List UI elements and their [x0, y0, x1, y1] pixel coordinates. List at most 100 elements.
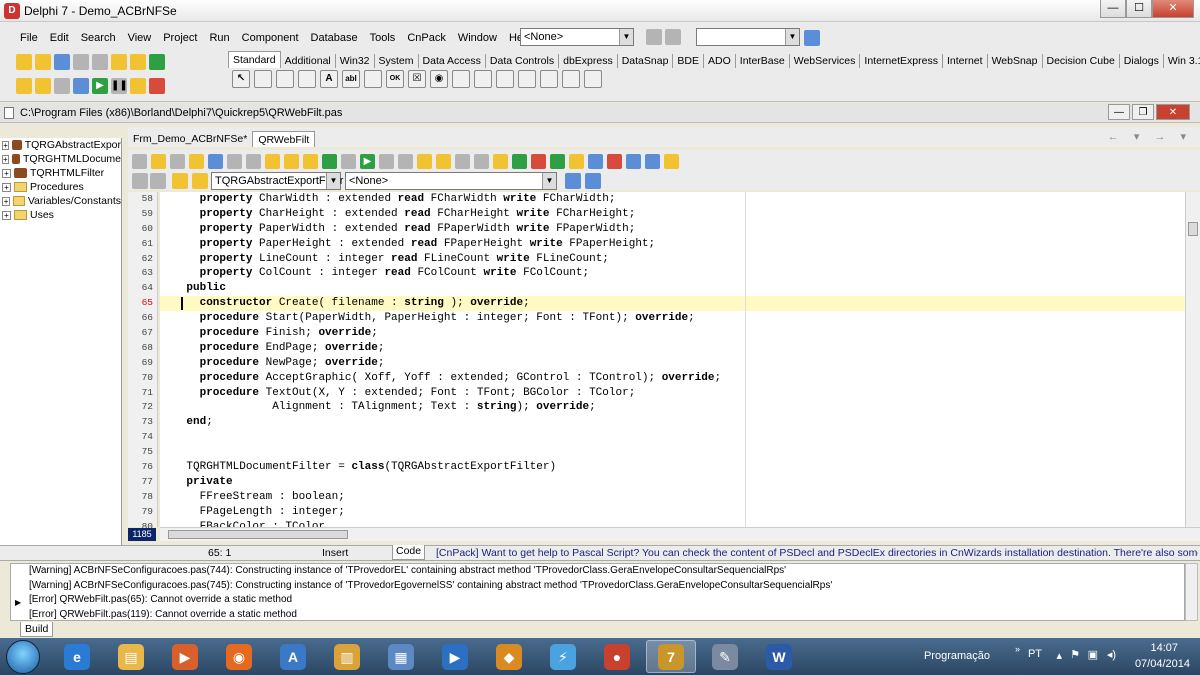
code-line[interactable]: procedure Finish; override;: [160, 326, 1185, 341]
help-icon[interactable]: [645, 153, 660, 169]
menu-item-run[interactable]: Run: [203, 32, 235, 44]
taskbar-paint-button[interactable]: ✎: [700, 640, 750, 673]
tab-frm-demo[interactable]: Frm_Demo_ACBrNFSe*: [128, 131, 252, 147]
code-editor[interactable]: property CharWidth : extended read FChar…: [160, 192, 1185, 527]
panel-icon[interactable]: [562, 70, 580, 88]
code-line[interactable]: Alignment : TAlignment; Text : string); …: [160, 400, 1185, 415]
remove-file-icon[interactable]: [130, 54, 146, 70]
tool-icon[interactable]: [550, 153, 565, 169]
tool-icon[interactable]: [189, 153, 204, 169]
code-line[interactable]: FFreeStream : boolean;: [160, 490, 1185, 505]
palette-tab-win-3-1[interactable]: Win 3.1: [1164, 54, 1200, 68]
palette-tab-internetexpress[interactable]: InternetExpress: [860, 54, 943, 68]
code-line[interactable]: constructor Create( filename : string );…: [160, 296, 1185, 312]
tool-icon[interactable]: [436, 153, 451, 169]
palette-tab-datasnap[interactable]: DataSnap: [618, 54, 674, 68]
scrollbar-icon[interactable]: [496, 70, 514, 88]
save-all-icon[interactable]: [73, 54, 89, 70]
radiogroup-icon[interactable]: [540, 70, 558, 88]
tree-node[interactable]: + Procedures: [0, 180, 121, 194]
taskbar-ie-button[interactable]: e: [52, 640, 102, 673]
run-icon[interactable]: ▶: [92, 78, 108, 94]
taskbar-chrome-button[interactable]: ●: [592, 640, 642, 673]
combobox-icon[interactable]: [474, 70, 492, 88]
menu-item-view[interactable]: View: [122, 32, 158, 44]
taskbar-media-button[interactable]: ▶: [160, 640, 210, 673]
code-line[interactable]: private: [160, 475, 1185, 490]
code-line[interactable]: property ColCount : integer read FColCou…: [160, 266, 1185, 281]
cnpack-hint[interactable]: [CnPack] Want to get help to Pascal Scri…: [436, 547, 1198, 559]
code-line[interactable]: [160, 430, 1185, 445]
tool-icon[interactable]: [303, 153, 318, 169]
method-combo[interactable]: <None> ▼: [345, 172, 557, 190]
tool-icon[interactable]: [626, 153, 641, 169]
tool-icon[interactable]: [588, 153, 603, 169]
expand-icon[interactable]: +: [2, 196, 11, 206]
tool-icon[interactable]: [565, 173, 581, 189]
tool-icon[interactable]: [417, 153, 432, 169]
code-line[interactable]: property CharWidth : extended read FChar…: [160, 192, 1185, 207]
debug-desktop-combo[interactable]: ▼: [696, 28, 800, 46]
editor-horizontal-scrollbar[interactable]: [160, 527, 1200, 541]
tool-icon[interactable]: [512, 153, 527, 169]
edit-icon[interactable]: abl: [342, 70, 360, 88]
button-icon[interactable]: OK: [386, 70, 404, 88]
editor-restore-button[interactable]: ❐: [1132, 104, 1154, 120]
editor-vertical-scrollbar[interactable]: [1185, 192, 1200, 527]
impl-icon[interactable]: [192, 173, 208, 189]
close-button[interactable]: ✕: [1152, 0, 1194, 18]
add-file-icon[interactable]: [111, 54, 127, 70]
view-unit-icon[interactable]: [16, 78, 32, 94]
message-item[interactable]: [Warning] ACBrNFSeConfiguracoes.pas(745)…: [11, 579, 1184, 594]
pointer-icon[interactable]: ↖: [232, 70, 250, 88]
code-line[interactable]: property PaperHeight : extended read FPa…: [160, 237, 1185, 252]
code-line[interactable]: public: [160, 281, 1185, 296]
scroll-thumb[interactable]: [1188, 222, 1198, 236]
frames-icon[interactable]: [254, 70, 272, 88]
run-icon[interactable]: ▶: [360, 153, 375, 169]
tool-icon[interactable]: [341, 153, 356, 169]
palette-tab-additional[interactable]: Additional: [281, 54, 336, 68]
tab-build[interactable]: Build: [20, 622, 54, 637]
menu-item-file[interactable]: File: [14, 32, 44, 44]
pause-icon[interactable]: ❚❚: [111, 78, 128, 94]
tool-icon[interactable]: [265, 153, 280, 169]
network-icon[interactable]: ▣: [1088, 648, 1098, 661]
popup-menu-icon[interactable]: [298, 70, 316, 88]
tree-node[interactable]: + Uses: [0, 208, 121, 222]
menu-item-window[interactable]: Window: [452, 32, 503, 44]
tree-node[interactable]: + TQRHTMLFilter: [0, 166, 121, 180]
menu-item-edit[interactable]: Edit: [44, 32, 75, 44]
taskbar-firefox-button[interactable]: ◉: [214, 640, 264, 673]
intf-icon[interactable]: [172, 173, 188, 189]
main-menu-icon[interactable]: [276, 70, 294, 88]
palette-tab-win32[interactable]: Win32: [336, 54, 375, 68]
tree-node[interactable]: + Variables/Constants: [0, 194, 121, 208]
messages-scrollbar[interactable]: [1185, 563, 1198, 621]
save-desktop-icon[interactable]: [646, 29, 662, 45]
tree-node[interactable]: + TQRGAbstractExpor: [0, 138, 121, 152]
navigation-arrows[interactable]: ← ▾ → ▾: [1108, 130, 1192, 143]
open-icon[interactable]: [35, 54, 51, 70]
minimize-button[interactable]: —: [1100, 0, 1126, 18]
palette-tab-webservices[interactable]: WebServices: [790, 54, 861, 68]
palette-tab-decision-cube[interactable]: Decision Cube: [1043, 54, 1120, 68]
trace-into-icon[interactable]: [130, 78, 146, 94]
tab-code[interactable]: Code: [392, 545, 426, 560]
menu-item-component[interactable]: Component: [236, 32, 305, 44]
tool-icon[interactable]: [474, 153, 489, 169]
palette-tab-system[interactable]: System: [375, 54, 419, 68]
memo-icon[interactable]: [364, 70, 382, 88]
code-line[interactable]: property LineCount : integer read FLineC…: [160, 252, 1185, 267]
tray-label[interactable]: Programação: [924, 650, 990, 662]
tree-node[interactable]: + TQRGHTMLDocume: [0, 152, 121, 166]
help-book-icon[interactable]: [149, 54, 165, 70]
step-over-icon[interactable]: [149, 78, 165, 94]
taskbar-word-button[interactable]: W: [754, 640, 804, 673]
tool-icon[interactable]: [455, 153, 470, 169]
palette-tab-dialogs[interactable]: Dialogs: [1120, 54, 1164, 68]
message-item[interactable]: [Error] QRWebFilt.pas(119): Cannot overr…: [11, 608, 1184, 621]
tray-up-icon[interactable]: ▴: [1056, 649, 1062, 662]
code-line[interactable]: end;: [160, 415, 1185, 430]
code-line[interactable]: FPageLength : integer;: [160, 505, 1185, 520]
